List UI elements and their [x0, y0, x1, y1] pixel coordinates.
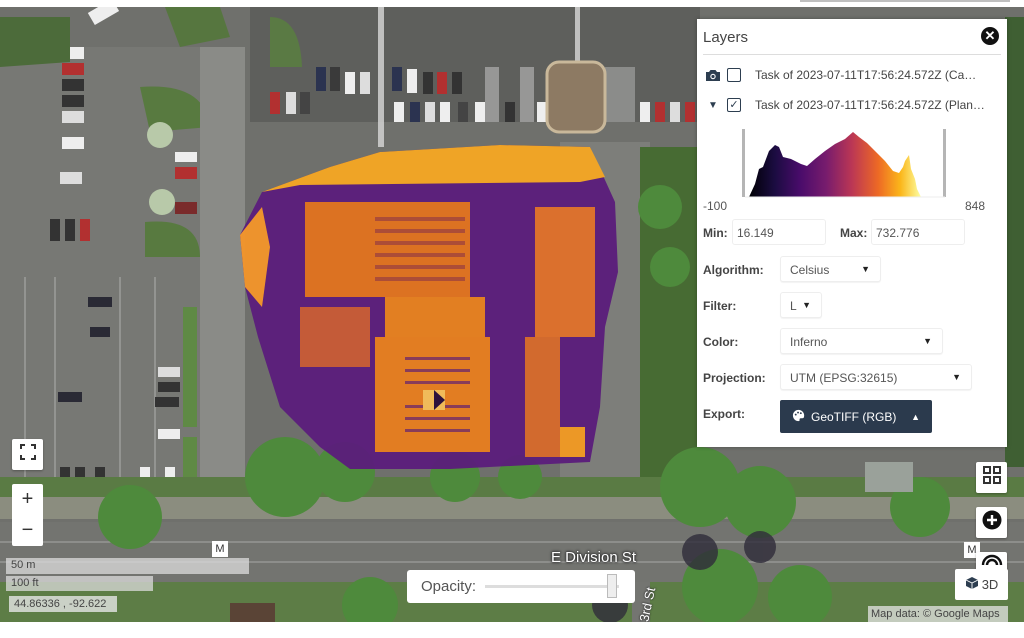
- max-label: Max:: [840, 226, 868, 240]
- filter-select[interactable]: L ▼: [780, 292, 822, 318]
- thermal-overlay: [240, 145, 618, 469]
- minus-icon: −: [21, 519, 34, 541]
- camera-icon: [705, 68, 721, 82]
- color-label: Color:: [703, 335, 739, 349]
- filter-value: L: [790, 299, 797, 313]
- zoom-control: + −: [12, 484, 43, 546]
- opacity-slider-track[interactable]: [485, 585, 619, 588]
- histogram-range-min: -100: [703, 199, 728, 213]
- chevron-down-icon: ▼: [952, 372, 961, 382]
- zoom-in-button[interactable]: +: [12, 484, 43, 515]
- layer-label: Task of 2023-07-11T17:56:24.572Z (Plan…: [755, 98, 985, 112]
- color-select[interactable]: Inferno ▼: [780, 328, 943, 354]
- chevron-down-icon: ▼: [923, 336, 932, 346]
- opacity-slider-handle[interactable]: [607, 574, 618, 598]
- opacity-label: Opacity:: [421, 578, 477, 595]
- layer-item-camera[interactable]: Task of 2023-07-11T17:56:24.572Z (Ca…: [705, 65, 976, 85]
- histogram-range-max: 848: [965, 199, 986, 213]
- street-label-e-division: E Division St: [551, 549, 637, 566]
- histogram-chart: [745, 132, 945, 198]
- max-input[interactable]: 732.776: [871, 219, 965, 245]
- fullscreen-icon: [19, 444, 36, 465]
- color-value: Inferno: [790, 335, 828, 349]
- filter-label: Filter:: [703, 299, 737, 313]
- panel-divider: [703, 54, 1001, 55]
- caret-up-icon: ▲: [911, 411, 920, 422]
- histogram-area: [749, 132, 921, 197]
- top-toolbar-edge: [800, 0, 1010, 2]
- fullscreen-button[interactable]: [12, 439, 43, 470]
- marker-label[interactable]: M: [212, 541, 228, 557]
- projection-value: UTM (EPSG:32615): [790, 371, 898, 385]
- add-button[interactable]: [976, 507, 1007, 538]
- zoom-out-button[interactable]: −: [12, 515, 43, 546]
- cursor-coordinates: 44.86336 , -92.622: [9, 596, 117, 612]
- layer-checkbox-camera[interactable]: [727, 68, 741, 82]
- map-attribution: Map data: © Google Maps: [868, 606, 1008, 622]
- layers-panel: Layers ✕ Task of 2023-07-11T17:56:24.572…: [697, 19, 1007, 447]
- min-input[interactable]: 16.149: [732, 219, 826, 245]
- chevron-down-icon: ▼: [861, 264, 870, 274]
- cube-icon: [965, 576, 979, 593]
- toggle-3d-label: 3D: [981, 577, 999, 592]
- export-geotiff-button[interactable]: GeoTIFF (RGB) ▲: [780, 400, 932, 433]
- algorithm-value: Celsius: [790, 263, 830, 277]
- projection-label: Projection:: [703, 371, 766, 385]
- layer-item-plant[interactable]: ▼ ✓ Task of 2023-07-11T17:56:24.572Z (Pl…: [705, 95, 985, 115]
- algorithm-select[interactable]: Celsius ▼: [780, 256, 881, 282]
- layer-checkbox-plant[interactable]: ✓: [727, 98, 741, 112]
- toggle-3d-button[interactable]: 3D: [955, 569, 1008, 600]
- caret-down-icon[interactable]: ▼: [705, 98, 721, 112]
- close-icon[interactable]: ✕: [981, 27, 999, 45]
- layer-label: Task of 2023-07-11T17:56:24.572Z (Ca…: [755, 68, 977, 82]
- plus-icon: +: [21, 488, 34, 510]
- export-label: Export:: [703, 407, 745, 421]
- layers-panel-title: Layers: [703, 29, 749, 46]
- palette-icon: [792, 409, 805, 425]
- algorithm-label: Algorithm:: [703, 263, 764, 277]
- opacity-control: Opacity:: [407, 570, 635, 603]
- chevron-down-icon: ▼: [802, 300, 811, 310]
- min-label: Min:: [703, 226, 728, 240]
- scale-bar-imperial: 100 ft: [6, 576, 153, 591]
- projection-select[interactable]: UTM (EPSG:32615) ▼: [780, 364, 972, 390]
- export-button-label: GeoTIFF (RGB): [811, 409, 897, 424]
- grid-icon: [982, 465, 1002, 490]
- plus-circle-icon: [982, 510, 1002, 535]
- scale-bar-metric: 50 m: [6, 558, 249, 574]
- layers-grid-button[interactable]: [976, 462, 1007, 493]
